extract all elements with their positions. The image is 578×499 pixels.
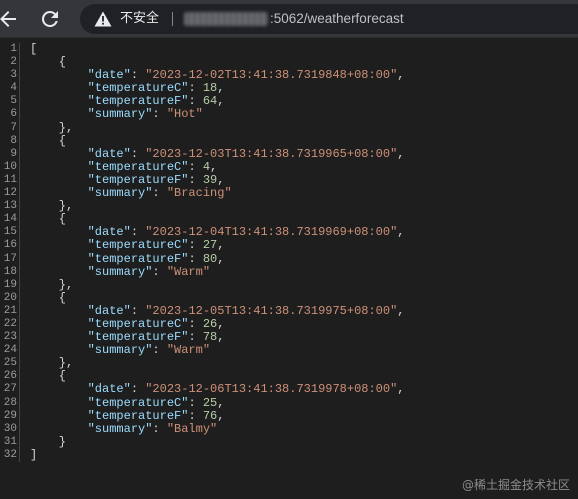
json-key: "date" bbox=[87, 382, 131, 397]
json-value: 27 bbox=[202, 238, 218, 253]
code-line: }, bbox=[30, 199, 74, 214]
json-key: "temperatureF" bbox=[87, 172, 189, 187]
line-number: 3 bbox=[10, 69, 17, 82]
line-number: 9 bbox=[10, 147, 17, 160]
line-number: 13 bbox=[3, 200, 17, 213]
json-value: 78 bbox=[202, 330, 218, 345]
line-number: 32 bbox=[3, 448, 17, 461]
url-text[interactable]: :5062/weatherforecast bbox=[270, 11, 404, 27]
browser-window: 不安全 :5062/weatherforecast 1 2 3 4 5 6 7 8 9 10 11 1… bbox=[0, 0, 578, 499]
json-value: "Balmy" bbox=[166, 421, 218, 436]
json-key: "summary" bbox=[87, 421, 153, 436]
json-value: "Hot" bbox=[166, 107, 203, 122]
json-value: 25 bbox=[202, 395, 218, 410]
json-key: "summary" bbox=[87, 107, 153, 122]
json-value: "2023-12-06T13:41:38.7319978+08:00" bbox=[145, 382, 398, 397]
json-key: "temperatureC" bbox=[87, 395, 189, 410]
redacted-host bbox=[184, 12, 268, 26]
line-number: 2 bbox=[10, 56, 17, 69]
json-viewer: 1 2 3 4 5 6 7 8 9 10 11 12 13 14 15 16 17 18 19 20 21 22 23 24 2… bbox=[0, 38, 578, 499]
line-number: 16 bbox=[3, 239, 17, 252]
json-value: "Warm" bbox=[166, 343, 211, 358]
code-line: } bbox=[30, 434, 67, 449]
json-value: 26 bbox=[202, 316, 218, 331]
line-number: 12 bbox=[3, 187, 17, 200]
line-number: 19 bbox=[3, 278, 17, 291]
line-number: 31 bbox=[3, 435, 17, 448]
omnibox-divider bbox=[172, 12, 173, 26]
json-value: 80 bbox=[202, 251, 218, 266]
line-number: 27 bbox=[3, 383, 17, 396]
code-line: "summary": "Hot" bbox=[87, 107, 203, 122]
line-number: 29 bbox=[3, 409, 17, 422]
line-number: 7 bbox=[10, 121, 17, 134]
json-value: "2023-12-04T13:41:38.7319969+08:00" bbox=[145, 225, 398, 240]
json-value: 4 bbox=[202, 159, 211, 174]
line-number: 18 bbox=[3, 265, 17, 278]
line-number: 15 bbox=[3, 226, 17, 239]
line-number: 11 bbox=[3, 173, 17, 186]
line-number: 28 bbox=[3, 396, 17, 409]
line-number: 6 bbox=[10, 108, 17, 121]
json-value: "2023-12-05T13:41:38.7319975+08:00" bbox=[145, 303, 398, 318]
json-key: "date" bbox=[87, 225, 131, 240]
line-number: 14 bbox=[3, 213, 17, 226]
code-line: "summary": "Warm" bbox=[87, 264, 211, 279]
line-number: 5 bbox=[10, 95, 17, 108]
line-number-gutter: 1 2 3 4 5 6 7 8 9 10 11 12 13 14 15 16 17 18 19 20 21 22 23 24 2… bbox=[0, 43, 20, 462]
line-number: 30 bbox=[3, 422, 17, 435]
code-line: ] bbox=[30, 447, 38, 462]
code-line: "summary": "Balmy" bbox=[87, 421, 218, 436]
line-number: 23 bbox=[3, 331, 17, 344]
line-number: 24 bbox=[3, 344, 17, 357]
json-key: "temperatureF" bbox=[87, 330, 189, 345]
code-line: [ bbox=[30, 42, 38, 56]
json-value: 18 bbox=[202, 81, 218, 96]
json-value: "2023-12-03T13:41:38.7319965+08:00" bbox=[145, 146, 398, 161]
json-key: "date" bbox=[87, 303, 131, 318]
json-value: 39 bbox=[202, 172, 218, 187]
json-value: 64 bbox=[202, 94, 218, 109]
json-key: "temperatureC" bbox=[87, 238, 189, 253]
security-status-label[interactable]: 不安全 bbox=[120, 11, 159, 27]
json-key: "summary" bbox=[87, 343, 153, 358]
line-number: 26 bbox=[3, 370, 17, 383]
json-key: "date" bbox=[87, 68, 131, 83]
line-number: 8 bbox=[10, 134, 17, 147]
line-number: 22 bbox=[3, 317, 17, 330]
code-line: "summary": "Warm" bbox=[87, 343, 211, 358]
code-line: "summary": "Bracing" bbox=[87, 186, 232, 201]
reload-icon[interactable] bbox=[38, 7, 62, 31]
line-number: 25 bbox=[3, 357, 17, 370]
json-value: "Bracing" bbox=[166, 186, 232, 201]
address-bar[interactable]: 不安全 :5062/weatherforecast bbox=[80, 4, 578, 34]
line-number: 21 bbox=[3, 304, 17, 317]
json-key: "summary" bbox=[87, 264, 153, 279]
browser-toolbar: 不安全 :5062/weatherforecast bbox=[0, 0, 578, 38]
json-key: "temperatureC" bbox=[87, 81, 189, 96]
json-value: "Warm" bbox=[166, 264, 211, 279]
json-key: "date" bbox=[87, 146, 131, 161]
json-key: "temperatureC" bbox=[87, 316, 189, 331]
json-value: "2023-12-02T13:41:38.7319848+08:00" bbox=[145, 68, 398, 83]
code-line: }, bbox=[30, 120, 74, 135]
json-key: "summary" bbox=[87, 186, 153, 201]
line-number: 10 bbox=[3, 160, 17, 173]
json-key: "temperatureF" bbox=[87, 251, 189, 266]
code-line: }, bbox=[30, 356, 74, 371]
line-number: 1 bbox=[10, 43, 17, 55]
warning-triangle-icon[interactable] bbox=[94, 11, 112, 27]
watermark: @稀土掘金技术社区 bbox=[461, 478, 570, 492]
back-arrow-icon[interactable] bbox=[0, 7, 20, 31]
json-code: [ { "date": "2023-12-02T13:41:38.7319848… bbox=[30, 42, 578, 462]
json-value: 76 bbox=[202, 408, 218, 423]
code-line: }, bbox=[30, 277, 74, 292]
line-number: 17 bbox=[3, 252, 17, 265]
line-number: 20 bbox=[3, 291, 17, 304]
json-key: "temperatureF" bbox=[87, 408, 189, 423]
json-key: "temperatureF" bbox=[87, 94, 189, 109]
json-key: "temperatureC" bbox=[87, 159, 189, 174]
line-number: 4 bbox=[10, 82, 17, 95]
